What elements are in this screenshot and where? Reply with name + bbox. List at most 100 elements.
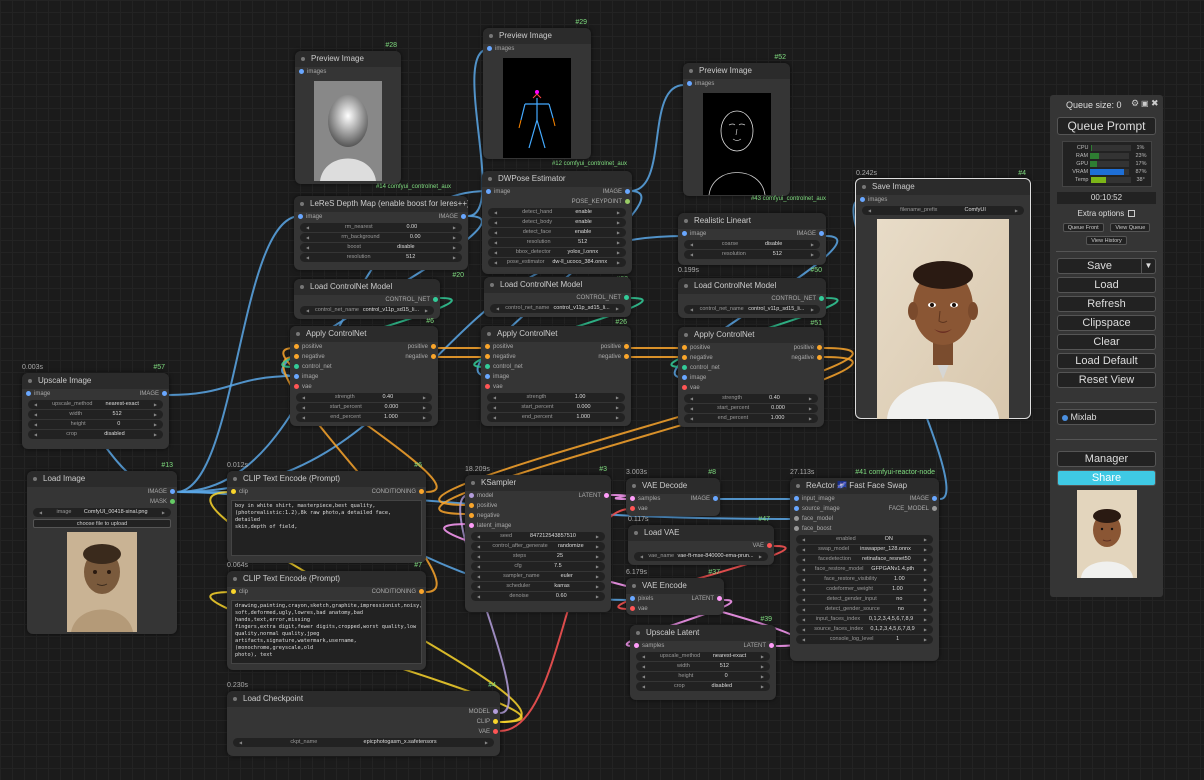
widget-height[interactable]: height0: [28, 420, 163, 429]
ksampler-node[interactable]: 18.209s #3 KSampler model LATENT positiv…: [465, 466, 611, 612]
widget-control-net-name[interactable]: control_net_namecontrol_v11p_sd15_li...: [684, 305, 820, 314]
output-vae[interactable]: VAE: [628, 541, 774, 551]
negative-prompt-textarea[interactable]: drawing,painting,crayon,sketch,graphite,…: [231, 600, 422, 664]
widget-cfg[interactable]: cfg7.5: [471, 562, 605, 571]
widget-end-percent[interactable]: end_percent1.000: [684, 414, 818, 423]
widget-vae-name[interactable]: vae_namevae-ft-mse-840000-ema-prun...: [634, 552, 768, 561]
widget-strength[interactable]: strength0.40: [296, 393, 432, 402]
realistic-lineart-node[interactable]: 0.199s #50 Realistic Lineart image IMAGE…: [678, 213, 826, 274]
node-title[interactable]: Load ControlNet Model: [484, 277, 631, 293]
widget-pose-estimator[interactable]: pose_estimatordw-ll_ucoco_384.onnx: [488, 258, 626, 267]
widget-height[interactable]: height0: [636, 672, 770, 681]
widget-control-net-name[interactable]: control_net_namecontrol_v11p_sd15_li...: [490, 304, 625, 313]
node-title[interactable]: Upscale Latent: [630, 625, 776, 641]
widget-strength[interactable]: strength0.40: [684, 394, 818, 403]
clip-text-encode-negative-node[interactable]: 0.064s #7 CLIP Text Encode (Prompt) clip…: [227, 562, 426, 670]
input-image[interactable]: image IMAGE: [482, 187, 632, 197]
node-title[interactable]: DWPose Estimator: [482, 171, 632, 187]
widget-detect-body[interactable]: detect_bodyenable: [488, 218, 626, 227]
input-samples[interactable]: samples LATENT: [630, 641, 776, 651]
input-image[interactable]: image IMAGE: [678, 229, 826, 239]
queue-front-button[interactable]: Queue Front: [1062, 223, 1104, 232]
clear-button[interactable]: Clear: [1057, 334, 1156, 350]
input-vae[interactable]: vae: [626, 504, 720, 514]
vae-decode-node[interactable]: 3.003s #8 VAE Decode samples IMAGE vae: [626, 469, 720, 516]
widget-seed[interactable]: seed847212543857510: [471, 532, 605, 541]
input-image[interactable]: image: [678, 373, 824, 383]
input-image[interactable]: image: [481, 372, 631, 382]
widget-width[interactable]: width512: [636, 662, 770, 671]
input-images[interactable]: images: [295, 67, 401, 77]
node-title[interactable]: Preview Image: [483, 28, 591, 44]
input-control-net[interactable]: control_net: [481, 362, 631, 372]
widget-enabled-toggle[interactable]: enabledON: [796, 535, 933, 544]
widget-resolution[interactable]: resolution512: [488, 238, 626, 247]
load-default-button[interactable]: Load Default: [1057, 353, 1156, 369]
node-title[interactable]: Load VAE: [628, 525, 774, 541]
widget-bbox-detector[interactable]: bbox_detectoryolox_l.onnx: [488, 248, 626, 257]
node-title[interactable]: Load Checkpoint: [227, 691, 500, 707]
load-controlnet-node-1[interactable]: Load ControlNet Model CONTROL_NET contro…: [294, 279, 440, 319]
upscale-latent-node[interactable]: #39 Upscale Latent samples LATENT upscal…: [630, 616, 776, 700]
input-negative[interactable]: negative negative: [678, 353, 824, 363]
output-control-net[interactable]: CONTROL_NET: [678, 294, 826, 304]
input-control-net[interactable]: control_net: [678, 363, 824, 373]
node-title[interactable]: LeReS Depth Map (enable boost for leres+…: [294, 196, 468, 212]
image-panel-icon[interactable]: ▣: [1141, 99, 1149, 108]
input-images[interactable]: images: [483, 44, 591, 54]
widget-rm-nearest[interactable]: rm_nearest0.00: [300, 223, 462, 232]
widget-coarse[interactable]: coarsedisable: [684, 240, 820, 249]
widget-console-log-level[interactable]: console_log_level1: [796, 635, 933, 644]
widget-detect-hand[interactable]: detect_handenable: [488, 208, 626, 217]
input-samples[interactable]: samples IMAGE: [626, 494, 720, 504]
input-images[interactable]: images: [683, 79, 790, 89]
reset-view-button[interactable]: Reset View: [1057, 372, 1156, 388]
node-title[interactable]: Preview Image: [295, 51, 401, 67]
clipspace-button[interactable]: Clipspace: [1057, 315, 1156, 331]
widget-strength[interactable]: strength1.00: [487, 393, 625, 402]
widget-face-restore-visibility[interactable]: face_restore_visibility1.00: [796, 575, 933, 584]
widget-upscale-method[interactable]: upscale_methodnearest-exact: [28, 400, 163, 409]
extra-options-checkbox[interactable]: [1128, 210, 1136, 218]
mixlab-button[interactable]: Mixlab: [1057, 409, 1156, 425]
preview-image-node-29[interactable]: #29 Preview Image images #12 comfyui_con…: [483, 19, 627, 167]
widget-rm-background[interactable]: rm_background0.00: [300, 233, 462, 242]
refresh-button[interactable]: Refresh: [1057, 296, 1156, 312]
widget-start-percent[interactable]: start_percent0.000: [684, 404, 818, 413]
upscale-image-node[interactable]: 0.003s #57 Upscale Image image IMAGE ups…: [22, 364, 169, 449]
positive-prompt-textarea[interactable]: boy in white shirt, masterpiece,best qua…: [231, 500, 422, 556]
apply-controlnet-node-3[interactable]: Apply ControlNet positive positive negat…: [678, 327, 824, 427]
load-checkpoint-node[interactable]: 0.230s #4 Load Checkpoint MODEL CLIP VAE…: [227, 682, 500, 756]
output-image[interactable]: IMAGE: [27, 487, 177, 497]
node-title[interactable]: Load ControlNet Model: [294, 279, 440, 295]
output-pose-keypoint[interactable]: POSE_KEYPOINT: [482, 197, 632, 207]
input-image[interactable]: image IMAGE: [294, 212, 468, 222]
clip-text-encode-positive-node[interactable]: 0.012s #6 CLIP Text Encode (Prompt) clip…: [227, 462, 426, 563]
input-latent-image[interactable]: latent_image: [465, 521, 611, 531]
input-control-net[interactable]: control_net: [290, 362, 438, 372]
input-clip[interactable]: clip CONDITIONING: [227, 587, 426, 597]
widget-crop[interactable]: cropdisabled: [28, 430, 163, 439]
node-title[interactable]: CLIP Text Encode (Prompt): [227, 571, 426, 587]
load-vae-node[interactable]: 0.117s #47 Load VAE VAE vae_namevae-ft-m…: [628, 516, 774, 565]
widget-upscale-method[interactable]: upscale_methodnearest-exact: [636, 652, 770, 661]
load-controlnet-node-2[interactable]: #26 Load ControlNet Model CONTROL_NET co…: [484, 277, 631, 326]
view-history-button[interactable]: View History: [1086, 236, 1127, 245]
input-vae[interactable]: vae: [678, 383, 824, 393]
close-icon[interactable]: ✖: [1151, 98, 1159, 109]
widget-crop[interactable]: cropdisabled: [636, 682, 770, 691]
input-vae[interactable]: vae: [481, 382, 631, 392]
node-title[interactable]: KSampler: [465, 475, 611, 491]
widget-end-percent[interactable]: end_percent1.000: [296, 413, 432, 422]
queue-prompt-button[interactable]: Queue Prompt: [1057, 117, 1156, 135]
widget-end-percent[interactable]: end_percent1.000: [487, 413, 625, 422]
widget-detect-face[interactable]: detect_faceenable: [488, 228, 626, 237]
widget-swap-model[interactable]: swap_modelinswapper_128.onnx: [796, 545, 933, 554]
widget-start-percent[interactable]: start_percent0.000: [296, 403, 432, 412]
widget-input-faces-index[interactable]: input_faces_index0,1,2,3,4,5,6,7,8,9: [796, 615, 933, 624]
load-controlnet-node-3[interactable]: #51 Load ControlNet Model CONTROL_NET co…: [678, 278, 826, 327]
input-image[interactable]: image: [290, 372, 438, 382]
save-button[interactable]: Save: [1057, 258, 1142, 274]
apply-controlnet-node-2[interactable]: Apply ControlNet positive positive negat…: [481, 326, 631, 426]
node-title[interactable]: Apply ControlNet: [290, 326, 438, 342]
